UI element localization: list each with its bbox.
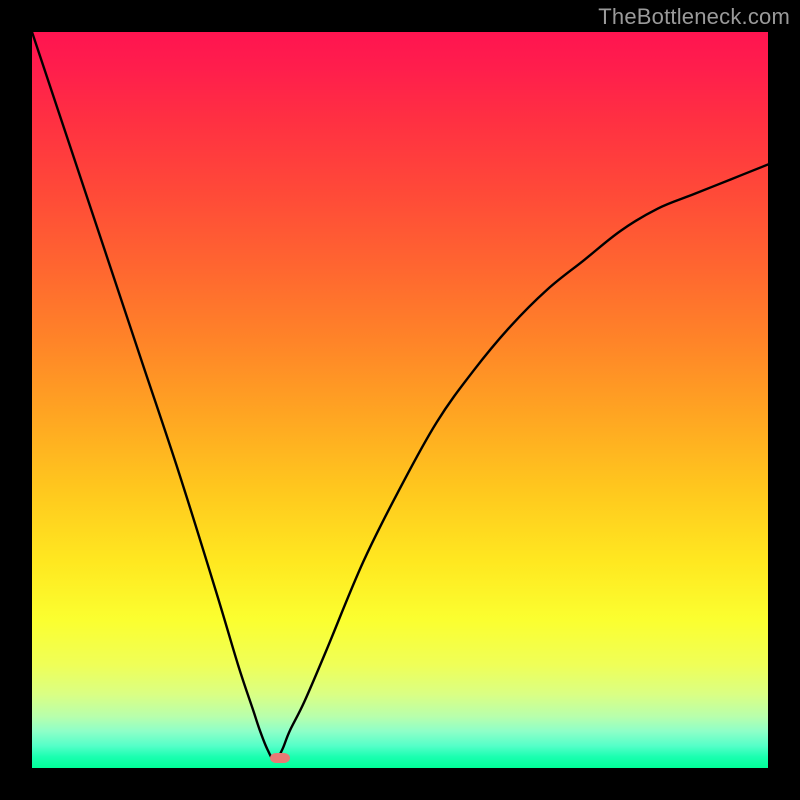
bottleneck-curve — [32, 32, 768, 768]
watermark-text: TheBottleneck.com — [598, 4, 790, 30]
optimum-marker — [270, 753, 290, 763]
chart-frame: TheBottleneck.com — [0, 0, 800, 800]
plot-area — [32, 32, 768, 768]
